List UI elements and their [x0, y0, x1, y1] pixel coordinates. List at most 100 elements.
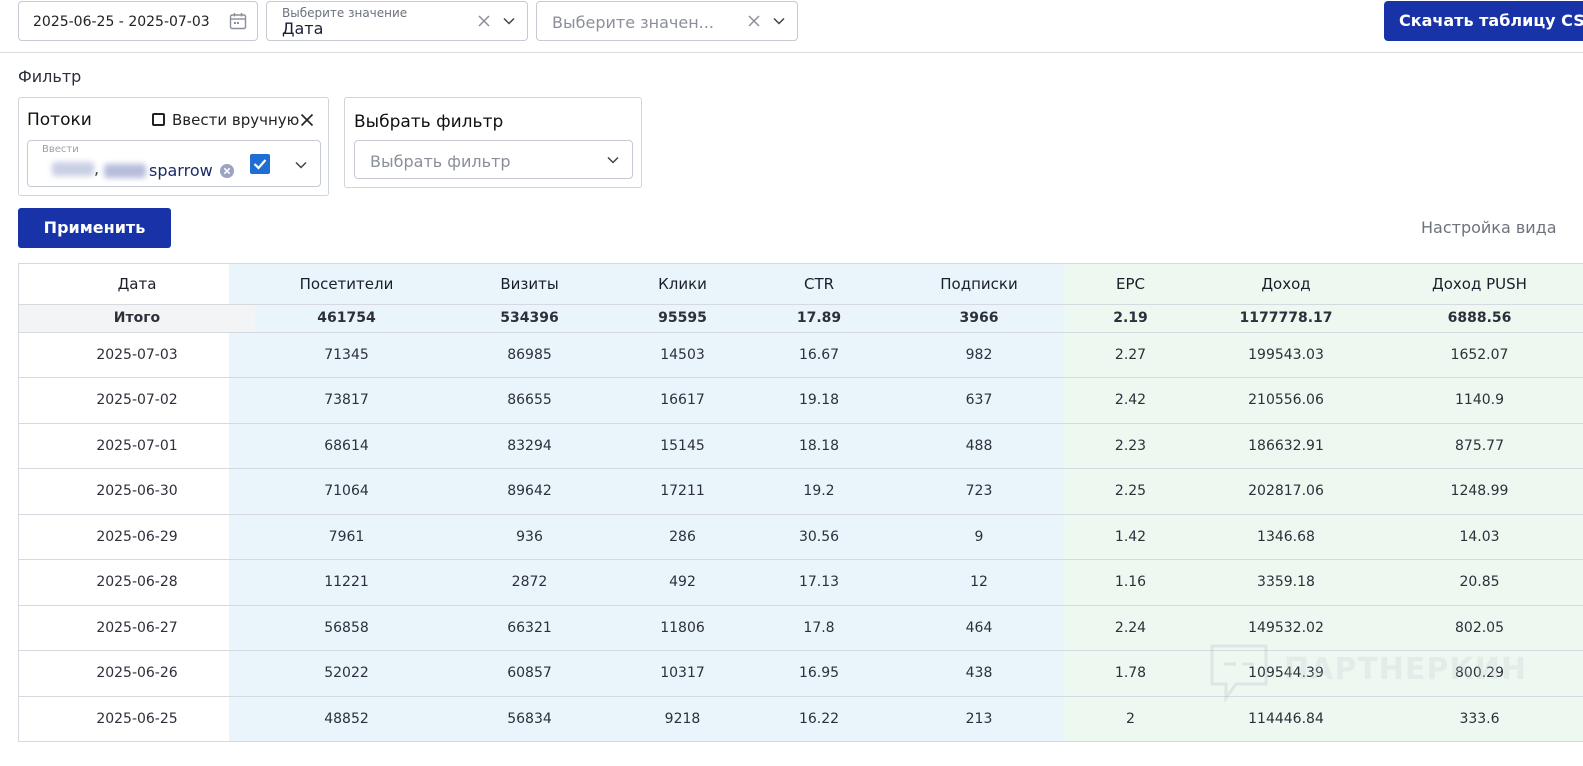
table-cell: 2.24 — [1064, 605, 1197, 651]
header-subscriptions[interactable]: Подписки — [894, 264, 1064, 304]
table-cell: 17.89 — [744, 303, 894, 333]
table-cell: 73817 — [255, 377, 438, 424]
streams-multiselect[interactable]: Ввести , sparrow — [27, 140, 321, 187]
table-cell: 438 — [894, 650, 1064, 697]
header-clicks[interactable]: Клики — [621, 264, 744, 304]
table-cell: 1177778.17 — [1197, 303, 1375, 333]
clear-icon[interactable] — [746, 13, 762, 29]
table-cell: 68614 — [255, 423, 438, 469]
table-cell: 11806 — [621, 605, 744, 651]
table-row: 2025-06-25 48852 56834 9218 16.22 213 2 114446.… — [19, 696, 1583, 741]
header-epc[interactable]: EPC — [1064, 264, 1197, 304]
chevron-down-icon[interactable] — [502, 14, 516, 28]
table-header-row: Дата Посетители Визиты Клики CTR Подписк… — [19, 264, 1583, 304]
table-cell: 16.22 — [744, 696, 894, 741]
header-visitors[interactable]: Посетители — [255, 264, 438, 304]
table-cell: 2.27 — [1064, 332, 1197, 378]
clear-icon[interactable] — [476, 13, 492, 29]
table-cell: 60857 — [438, 650, 621, 697]
chevron-down-icon[interactable] — [294, 158, 308, 172]
table-cell: 71064 — [255, 468, 438, 515]
table-cell: 12 — [894, 559, 1064, 606]
table-cell: 3966 — [894, 303, 1064, 333]
table-cell: 9 — [894, 514, 1064, 560]
table-cell: 286 — [621, 514, 744, 560]
header-ctr[interactable]: CTR — [744, 264, 894, 304]
header-push-revenue[interactable]: Доход PUSH — [1375, 264, 1583, 304]
table-cell: 723 — [894, 468, 1064, 515]
table-cell: 2.23 — [1064, 423, 1197, 469]
table-cell: 2.25 — [1064, 468, 1197, 515]
table-cell: 464 — [894, 605, 1064, 651]
download-csv-button[interactable]: Скачать таблицу CSV — [1384, 1, 1583, 41]
toolbar: 2025-06-25 - 2025-07-03 Выберите значени… — [0, 0, 1583, 53]
table-cell: 7961 — [255, 514, 438, 560]
table-row: 2025-06-27 56858 66321 11806 17.8 464 2.24 1495… — [19, 605, 1583, 651]
table-cell: 2.19 — [1064, 303, 1197, 333]
streams-title: Потоки — [27, 110, 92, 130]
apply-button[interactable]: Применить — [18, 208, 171, 248]
secondary-select-placeholder: Выберите значен... — [552, 13, 714, 32]
manual-input-checkbox[interactable] — [152, 113, 165, 126]
select-all-checkbox[interactable] — [250, 154, 270, 174]
header-date[interactable]: Дата — [19, 264, 255, 304]
table-cell: 83294 — [438, 423, 621, 469]
table-cell: 16617 — [621, 377, 744, 424]
chevron-down-icon[interactable] — [772, 14, 786, 28]
table-cell: 802.05 — [1375, 605, 1583, 651]
table-cell: 109544.39 — [1197, 650, 1375, 697]
manual-input-label: Ввести вручную — [172, 111, 300, 129]
remove-tag-icon[interactable] — [219, 163, 235, 179]
header-visits[interactable]: Визиты — [438, 264, 621, 304]
stats-table: Дата Посетители Визиты Клики CTR Подписк… — [18, 263, 1583, 742]
table-row: 2025-06-26 52022 60857 10317 16.95 438 1.78 109… — [19, 650, 1583, 697]
table-cell: 14.03 — [1375, 514, 1583, 560]
table-cell: 15145 — [621, 423, 744, 469]
table-cell: 1140.9 — [1375, 377, 1583, 424]
table-cell: 1248.99 — [1375, 468, 1583, 515]
group-by-select[interactable]: Выберите значение Дата — [266, 1, 528, 41]
streams-filter-card: Потоки Ввести вручную Ввести , sparrow — [18, 97, 329, 196]
table-cell: 95595 — [621, 303, 744, 333]
secondary-select[interactable]: Выберите значен... — [536, 1, 798, 41]
table-cell: 1.16 — [1064, 559, 1197, 606]
table-cell: 333.6 — [1375, 696, 1583, 741]
table-cell: 186632.91 — [1197, 423, 1375, 469]
table-row: 2025-07-01 68614 83294 15145 18.18 488 2.23 186… — [19, 423, 1583, 469]
chevron-down-icon[interactable] — [606, 153, 620, 167]
redacted-tag — [52, 162, 94, 176]
table-cell: 16.95 — [744, 650, 894, 697]
selected-stream-tag: sparrow — [149, 161, 213, 180]
table-cell: 2872 — [438, 559, 621, 606]
table-cell: 86985 — [438, 332, 621, 378]
table-cell: 56858 — [255, 605, 438, 651]
table-cell: 461754 — [255, 303, 438, 333]
table-cell: 1652.07 — [1375, 332, 1583, 378]
table-cell: 19.18 — [744, 377, 894, 424]
group-by-value: Дата — [282, 19, 324, 38]
table-cell: 534396 — [438, 303, 621, 333]
table-cell: 19.2 — [744, 468, 894, 515]
date-range-picker[interactable]: 2025-06-25 - 2025-07-03 — [18, 1, 258, 41]
table-cell: 936 — [438, 514, 621, 560]
table-cell: 1.42 — [1064, 514, 1197, 560]
table-cell: 16.67 — [744, 332, 894, 378]
choose-filter-card: Выбрать фильтр Выбрать фильтр — [344, 97, 642, 188]
table-cell: 149532.02 — [1197, 605, 1375, 651]
table-cell: 2025-06-26 — [19, 650, 255, 697]
table-cell: 2025-06-28 — [19, 559, 255, 606]
header-revenue[interactable]: Доход — [1197, 264, 1375, 304]
table-cell: 213 — [894, 696, 1064, 741]
table-cell: 2025-07-02 — [19, 377, 255, 424]
close-icon[interactable] — [299, 112, 315, 128]
table-cell: 2.42 — [1064, 377, 1197, 424]
table-cell: 30.56 — [744, 514, 894, 560]
table-cell: 2025-07-01 — [19, 423, 255, 469]
table-cell: 9218 — [621, 696, 744, 741]
table-row: 2025-07-03 71345 86985 14503 16.67 982 2.27 199… — [19, 332, 1583, 378]
choose-filter-select[interactable]: Выбрать фильтр — [354, 140, 633, 179]
table-cell: 56834 — [438, 696, 621, 741]
filter-section-label: Фильтр — [18, 67, 82, 86]
view-settings-link[interactable]: Настройка вида — [1421, 218, 1557, 237]
table-cell: 17211 — [621, 468, 744, 515]
